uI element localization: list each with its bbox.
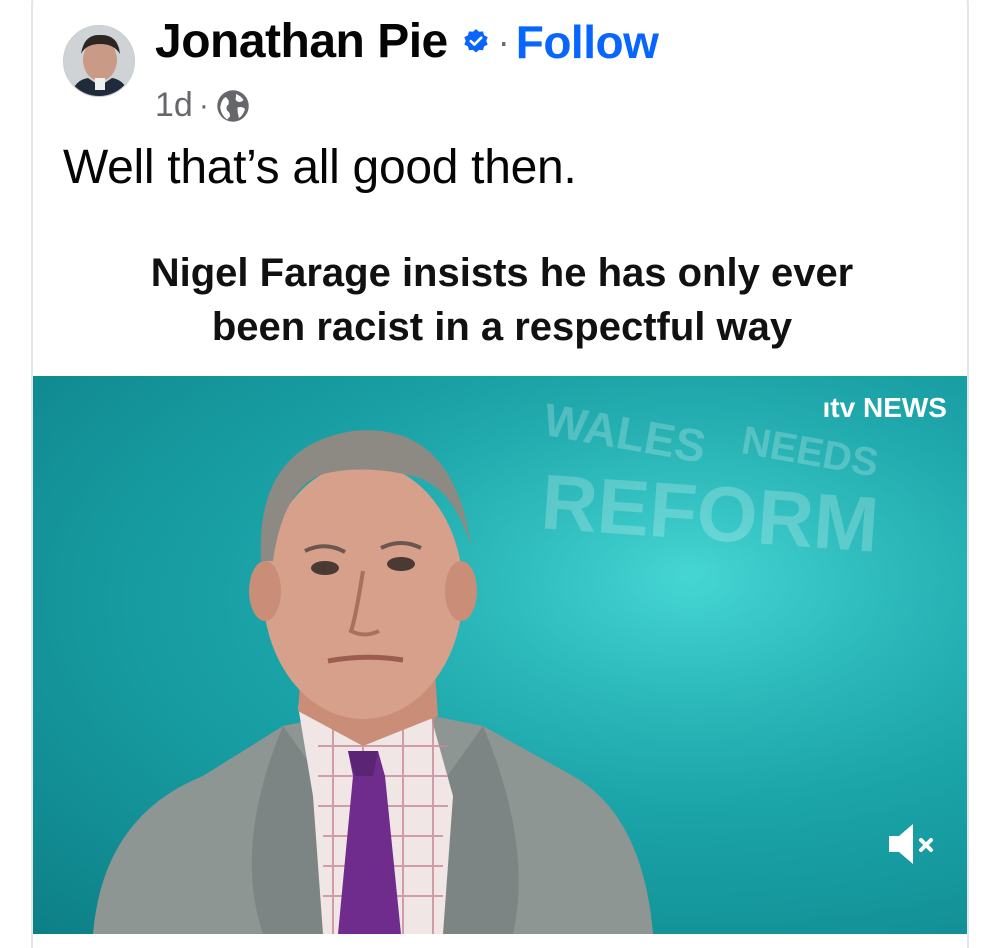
post-timestamp[interactable]: 1d <box>155 86 193 125</box>
speaker-muted-icon <box>889 824 933 864</box>
author-name[interactable]: Jonathan Pie <box>155 14 448 69</box>
avatar-image <box>64 26 134 96</box>
video-player[interactable]: WALES NEEDS REFORM ıtv NEWS <box>33 376 967 934</box>
separator-dot: · <box>497 20 510 62</box>
post-card: Jonathan Pie · Follow 1d · Well that’s a… <box>31 0 969 948</box>
image-headline: Nigel Farage insists he has only ever be… <box>33 246 967 354</box>
avatar[interactable] <box>63 25 135 97</box>
globe-icon[interactable] <box>215 88 251 124</box>
itv-news-logo: ıtv NEWS <box>822 392 947 423</box>
headline-line-1: Nigel Farage insists he has only ever <box>150 251 854 295</box>
headline-line-2: been racist in a respectful way <box>211 305 793 349</box>
post-header: Jonathan Pie · Follow 1d · <box>63 12 943 125</box>
post-text: Well that’s all good then. <box>63 141 577 194</box>
post-meta: 1d · <box>155 86 251 125</box>
author-row: Jonathan Pie · Follow <box>155 14 659 69</box>
meta-separator-dot: · <box>198 88 209 122</box>
mute-toggle-button[interactable] <box>883 816 939 872</box>
follow-button[interactable]: Follow <box>516 15 659 69</box>
verified-badge-icon <box>462 28 490 56</box>
